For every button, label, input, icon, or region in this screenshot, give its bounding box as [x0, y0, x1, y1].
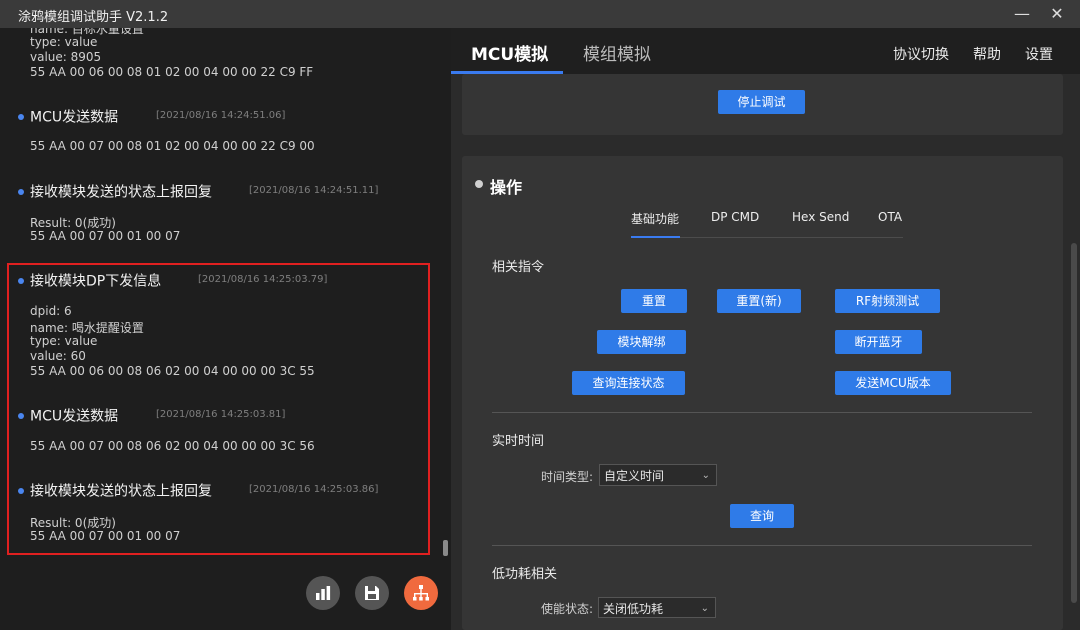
query-time-button[interactable]: 查询 [730, 504, 794, 528]
log-event: 接收模块发送的状态上报回复 [2021/08/16 14:24:51.11] [18, 181, 378, 202]
log-scrollbar[interactable] [443, 540, 448, 556]
reset-button[interactable]: 重置 [621, 289, 687, 313]
send-mcu-version-button[interactable]: 发送MCU版本 [835, 371, 951, 395]
close-icon[interactable]: ✕ [1047, 4, 1067, 24]
highlight-box [7, 263, 430, 555]
reset-new-button[interactable]: 重置(新) [717, 289, 801, 313]
section-bullet-icon [475, 180, 483, 188]
subtab-hex-send[interactable]: Hex Send [792, 210, 849, 224]
save-icon [365, 586, 379, 600]
menu-protocol-switch[interactable]: 协议切换 [893, 44, 949, 64]
bullet-icon [18, 113, 24, 120]
chevron-down-icon: ⌄ [700, 603, 709, 614]
window-title: 涂鸦模组调试助手 V2.1.2 [18, 10, 169, 25]
divider [492, 545, 1032, 546]
stop-debug-button[interactable]: 停止调试 [718, 90, 805, 114]
log-event: MCU发送数据 [2021/08/16 14:24:51.06] [18, 106, 285, 127]
debug-card: 停止调试 [462, 74, 1063, 135]
save-button[interactable] [355, 576, 389, 610]
chart-icon [316, 586, 331, 600]
low-power-title: 低功耗相关 [492, 567, 558, 582]
log-line: value: 8905 [30, 50, 102, 64]
chart-button[interactable] [306, 576, 340, 610]
enable-state-label: 使能状态: [541, 602, 594, 616]
log-line: 55 AA 00 06 00 08 01 02 00 04 00 00 22 C… [30, 65, 314, 79]
event-timestamp: [2021/08/16 14:24:51.06] [156, 110, 286, 121]
time-type-select[interactable]: 自定义时间 ⌄ [599, 464, 717, 486]
commands-title: 相关指令 [492, 260, 545, 275]
log-line: 55 AA 00 07 00 01 00 07 [30, 229, 181, 243]
enable-state-select[interactable]: 关闭低功耗 ⌄ [598, 597, 716, 618]
divider [492, 412, 1032, 413]
operations-card: 操作 基础功能 DP CMD Hex Send OTA 相关指令 重置 重置(新… [462, 156, 1063, 630]
query-connection-button[interactable]: 查询连接状态 [572, 371, 685, 395]
network-icon [413, 585, 429, 601]
subtab-ota[interactable]: OTA [878, 210, 902, 224]
event-name: MCU发送数据 [30, 109, 119, 126]
network-button[interactable] [404, 576, 438, 610]
subtab-basic[interactable]: 基础功能 [631, 210, 679, 227]
menu-help[interactable]: 帮助 [973, 44, 1001, 64]
menu-settings[interactable]: 设置 [1025, 44, 1053, 64]
enable-state-value: 关闭低功耗 [603, 602, 664, 616]
right-scrollbar[interactable] [1071, 243, 1077, 603]
log-panel: name: 目标水量设置 type: value value: 8905 55 … [0, 28, 450, 630]
unbind-module-button[interactable]: 模块解绑 [597, 330, 686, 354]
rf-test-button[interactable]: RF射频测试 [835, 289, 940, 313]
bullet-icon [18, 188, 24, 195]
log-line: 55 AA 00 07 00 08 01 02 00 04 00 00 22 C… [30, 139, 315, 153]
chevron-down-icon: ⌄ [701, 470, 710, 481]
log-line: type: value [30, 35, 98, 49]
event-name: 接收模块发送的状态上报回复 [30, 184, 212, 201]
minimize-icon[interactable]: — [1012, 4, 1032, 24]
time-type-label: 时间类型: [541, 470, 594, 484]
operations-title: 操作 [490, 178, 523, 197]
right-panel: MCU模拟 模组模拟 协议切换 帮助 设置 停止调试 操作 基础功能 DP CM… [451, 28, 1080, 630]
subtab-dp-cmd[interactable]: DP CMD [711, 210, 759, 224]
time-type-value: 自定义时间 [604, 469, 665, 483]
title-bar: 涂鸦模组调试助手 V2.1.2 — ✕ [0, 0, 1080, 28]
disconnect-bluetooth-button[interactable]: 断开蓝牙 [835, 330, 922, 354]
active-subtab-indicator [631, 236, 680, 238]
tab-mcu-simulation[interactable]: MCU模拟 [471, 40, 548, 65]
tab-bar: MCU模拟 模组模拟 协议切换 帮助 设置 [451, 28, 1080, 74]
tab-module-simulation[interactable]: 模组模拟 [583, 40, 651, 65]
event-timestamp: [2021/08/16 14:24:51.11] [249, 185, 379, 196]
realtime-title: 实时时间 [492, 434, 545, 449]
